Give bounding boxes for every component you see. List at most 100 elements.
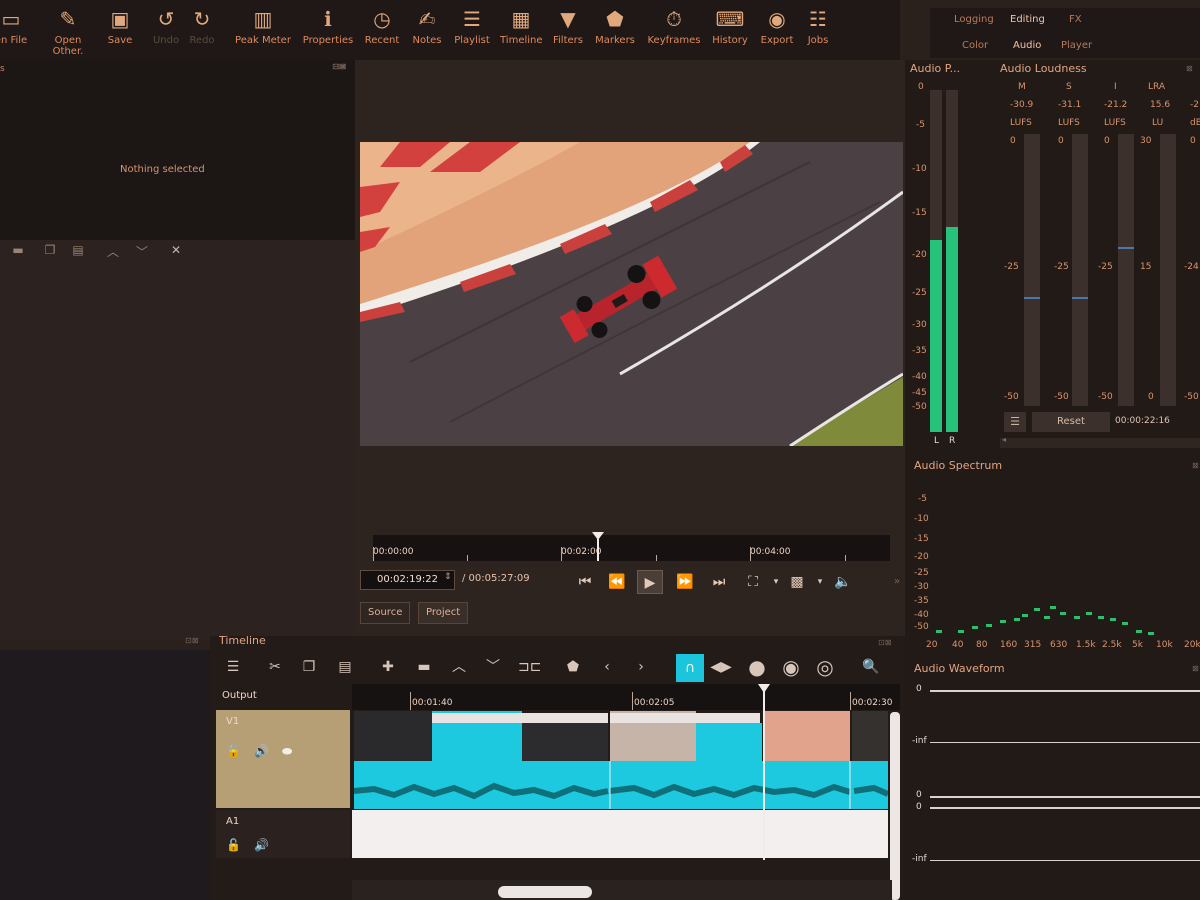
clip-body[interactable] [696,723,762,761]
timeline-button[interactable]: ▦ Timeline [500,6,543,46]
fast-forward-icon[interactable]: ⏩ [672,570,698,594]
current-timecode-field[interactable]: 00:02:19:22 [360,570,455,590]
prev-marker-icon[interactable]: ‹ [596,656,618,678]
spectrum-scale-label: -5 [918,494,927,504]
timeline-dock-controls[interactable]: ⊡⊠ [878,638,891,647]
loudness-scrollbar[interactable]: ◂ [1000,435,1200,448]
ripple-markers-icon[interactable]: ◎ [814,656,836,678]
clip-thumbnail[interactable] [354,711,432,761]
spectrum-dock-controls[interactable]: ⊠ [1192,461,1199,470]
notes-button[interactable]: ✍ Notes [410,6,444,46]
marker-icon[interactable]: ⬟ [562,656,584,678]
snap-icon[interactable]: ∩ [676,654,704,682]
loudness-menu-icon[interactable]: ☰ [1004,412,1026,432]
move-up-icon[interactable]: ︿ [105,243,121,259]
copy-icon[interactable]: ❐ [298,656,320,678]
ruler-time-2: 00:02:30 [852,698,893,708]
split-icon[interactable]: ⊐⊏ [518,656,541,678]
filter-toolbar: ▬ ❐ ▤ ︿ ﹀ ✕ [8,243,188,263]
mute-icon[interactable]: 🔊 [254,744,269,758]
next-marker-icon[interactable]: › [630,656,652,678]
hide-icon[interactable]: ⬬ [282,744,292,759]
scrub-drag-icon[interactable]: ◀▶ [710,656,732,678]
open-file-button[interactable]: ▭ en File [0,6,28,46]
history-button[interactable]: ⌨ History [710,6,750,46]
timeline-hscroll-track[interactable] [352,880,892,900]
overwrite-icon[interactable]: ﹀ [482,656,504,678]
ripple-icon[interactable]: ● [746,656,768,678]
volume-icon[interactable]: 🔈 [830,570,856,594]
properties-button[interactable]: ℹ Properties [300,6,356,46]
jobs-button[interactable]: ☷ Jobs [804,6,832,46]
layout-editing[interactable]: Editing [1010,14,1045,25]
save-button[interactable]: ▣ Save [104,6,136,46]
scrub-time-0: 00:00:00 [373,547,414,557]
peak-meter-button[interactable]: ▥ Peak Meter [234,6,292,46]
remove-filter-icon[interactable]: ▬ [10,243,26,259]
lift-icon[interactable]: ︿ [448,656,470,678]
clip-thumbnail[interactable] [764,711,850,761]
viewer-dock-controls[interactable]: ⊡⊠ [333,62,346,71]
waveform-dock-controls[interactable]: ⊠ [1192,664,1199,673]
remove-icon[interactable]: ▬ [413,656,435,678]
reset-button[interactable]: Reset [1032,412,1110,432]
keyframes-button[interactable]: ⏱ Keyframes [645,6,703,46]
recent-button[interactable]: ◷ Recent [362,6,402,46]
timeline-menu-icon[interactable]: ☰ [222,656,244,678]
move-down-icon[interactable]: ﹀ [134,243,150,259]
paste-icon[interactable]: ▤ [334,656,356,678]
skip-previous-icon[interactable]: ⏮ [572,570,598,594]
a1-lock-icon[interactable]: 🔓 [226,838,241,852]
ripple-all-icon[interactable]: ◉ [780,656,802,678]
a1-mute-icon[interactable]: 🔊 [254,838,269,852]
zoom-icon[interactable]: 🔍 [860,656,882,678]
append-icon[interactable]: ✚ [377,656,399,678]
layout-player[interactable]: Player [1061,40,1092,51]
redo-button[interactable]: ↻ Redo [186,6,218,46]
timeline-hscrollbar[interactable] [498,886,592,898]
v1-audio-waveform[interactable] [353,761,890,809]
copy-filter-icon[interactable]: ❐ [42,243,58,259]
export-button[interactable]: ◉ Export [758,6,796,46]
loudness-dock-controls[interactable]: ⊠ [1186,64,1193,73]
rewind-icon[interactable]: ⏪ [604,570,630,594]
close-icon[interactable]: ✕ [168,243,184,259]
jobs-icon: ☷ [809,7,827,31]
tab-project[interactable]: Project [418,602,469,624]
waveform-label: 0 [916,802,922,812]
clip-thumbnail[interactable] [522,723,608,761]
v1-track-header[interactable]: V1 🔓 🔊 ⬬ [216,710,350,808]
loudness-bar-i [1118,134,1134,406]
a1-track-header[interactable]: A1 🔓 🔊 [216,810,350,858]
scrub-tick [750,547,751,561]
layout-fx[interactable]: FX [1069,14,1082,25]
spectrum-scale-label: -40 [914,610,929,620]
tab-source[interactable]: Source [360,602,411,624]
open-other-button[interactable]: ✎ Open Other. [38,6,98,57]
layout-logging[interactable]: Logging [954,14,994,25]
play-icon[interactable]: ▶ [637,570,663,594]
timeline-vscrollbar[interactable] [890,712,900,900]
waveform-line [930,742,1200,743]
scroll-left-icon[interactable]: ◂ [1002,435,1006,444]
cut-icon[interactable]: ✂ [264,656,286,678]
playlist-button[interactable]: ☰ Playlist [452,6,492,46]
layout-audio[interactable]: Audio [1013,40,1041,51]
filters-button[interactable]: ▼ Filters [550,6,586,46]
undo-button[interactable]: ↺ Undo [150,6,182,46]
skip-next-icon[interactable]: ⏭ [706,570,732,594]
left-dock-controls[interactable]: ⊡⊠ [185,636,198,645]
loudness-col-mid: -24 [1184,262,1199,272]
timecode-spinner-icon[interactable]: ⇕ [444,572,452,582]
peak-meter-icon: ▥ [253,7,273,31]
spectrum-dot [1060,612,1066,615]
clip-thumbnail[interactable] [852,711,888,761]
paste-filter-icon[interactable]: ▤ [70,243,86,259]
timeline-ruler[interactable]: 00:01:40 00:02:05 00:02:30 [352,684,900,710]
a1-track-area[interactable] [352,810,888,858]
markers-button[interactable]: ⬟ Markers [594,6,636,46]
layout-color[interactable]: Color [962,40,988,51]
video-frame[interactable] [360,142,903,446]
scrub-bar[interactable]: 00:00:00 00:02:00 00:04:00 [373,532,890,561]
lock-icon[interactable]: 🔓 [226,744,241,758]
